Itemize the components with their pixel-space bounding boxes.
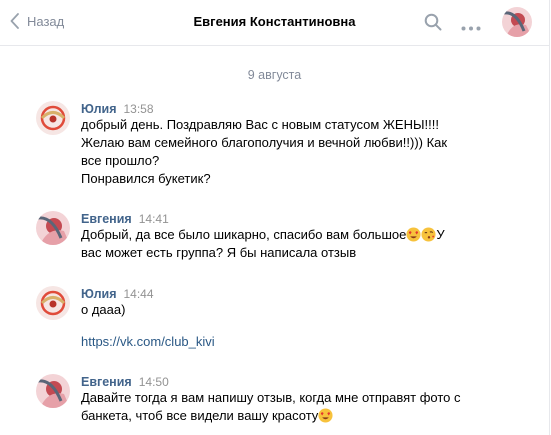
message-text: Понравился букетик?: [81, 171, 211, 186]
avatar[interactable]: [36, 211, 70, 245]
message-text: Желаю вам семейного благополучия и вечно…: [81, 135, 448, 150]
message-text: банкета, чтоб все видели вашу красоту: [81, 408, 319, 423]
search-icon: [424, 13, 442, 31]
chat-avatar[interactable]: [502, 7, 532, 37]
message-text: Давайте тогда я вам напишу отзыв, когда …: [81, 390, 461, 405]
kiss-emoji: [421, 227, 436, 242]
message-time: 14:44: [123, 287, 154, 301]
message-author[interactable]: Юлия: [81, 102, 117, 116]
avatar[interactable]: [36, 101, 70, 135]
message-time: 13:58: [123, 102, 154, 116]
message-time: 14:50: [138, 375, 169, 389]
message-author[interactable]: Евгения: [81, 212, 132, 226]
heart-eyes-emoji: [318, 408, 333, 423]
heart-eyes-emoji: [406, 227, 421, 242]
message-text: вас может есть группа? Я бы написала отз…: [81, 245, 357, 260]
page-border: [549, 0, 550, 435]
more-dots-icon: [461, 26, 481, 31]
chat-header: Назад Евгения Константиновна: [0, 0, 549, 46]
avatar[interactable]: [36, 286, 70, 320]
message-text: добрый день. Поздравляю Вас с новым стат…: [81, 117, 439, 132]
message-text: о дааа): [81, 302, 126, 317]
message-link[interactable]: https://vk.com/club_kivi: [81, 333, 501, 351]
message-author[interactable]: Евгения: [81, 375, 132, 389]
search-button[interactable]: [424, 13, 442, 34]
message-text: Добрый, да все было шикарно, спасибо вам…: [81, 227, 407, 242]
message-author[interactable]: Юлия: [81, 287, 117, 301]
date-divider: 9 августа: [247, 68, 302, 82]
message-text: У: [436, 227, 445, 242]
message-time: 14:41: [138, 212, 169, 226]
more-button[interactable]: [461, 19, 481, 34]
avatar[interactable]: [36, 374, 70, 408]
message-text: все прошло?: [81, 153, 160, 168]
